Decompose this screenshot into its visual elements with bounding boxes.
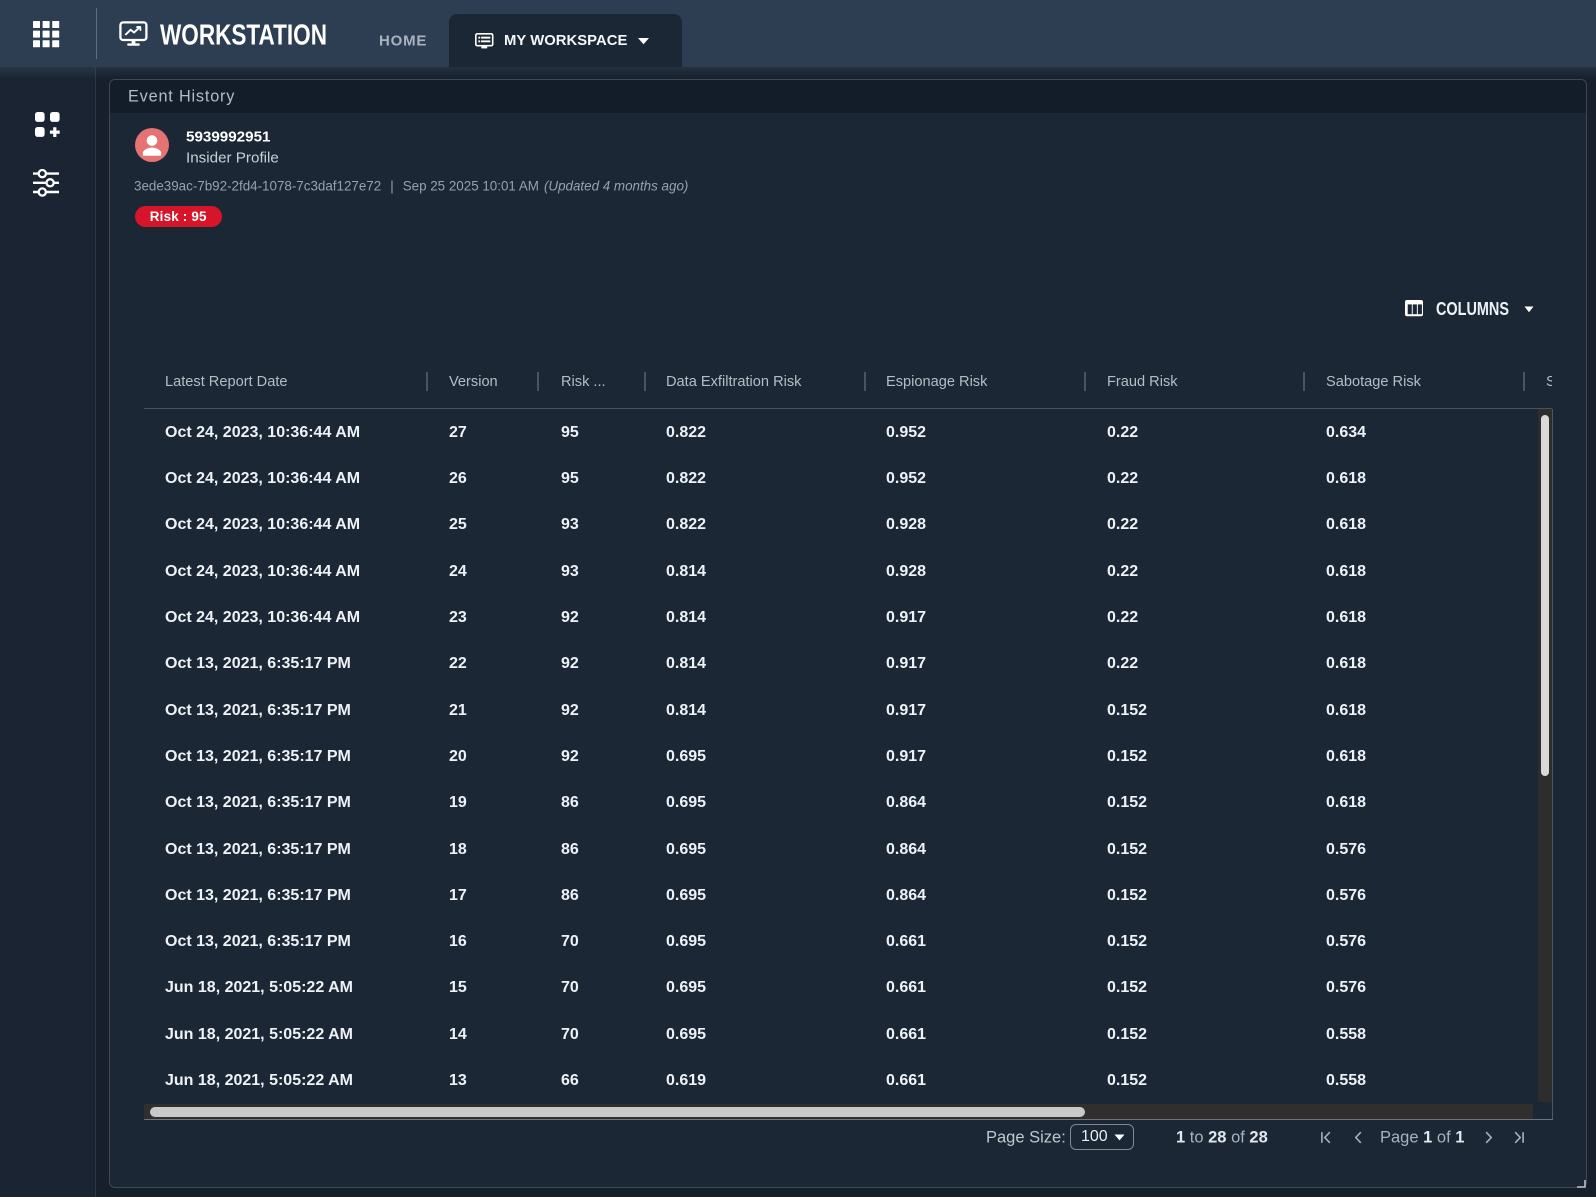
svg-text:COLUMNS: COLUMNS <box>1436 298 1509 319</box>
svg-text:WORKSTATION: WORKSTATION <box>160 20 327 52</box>
